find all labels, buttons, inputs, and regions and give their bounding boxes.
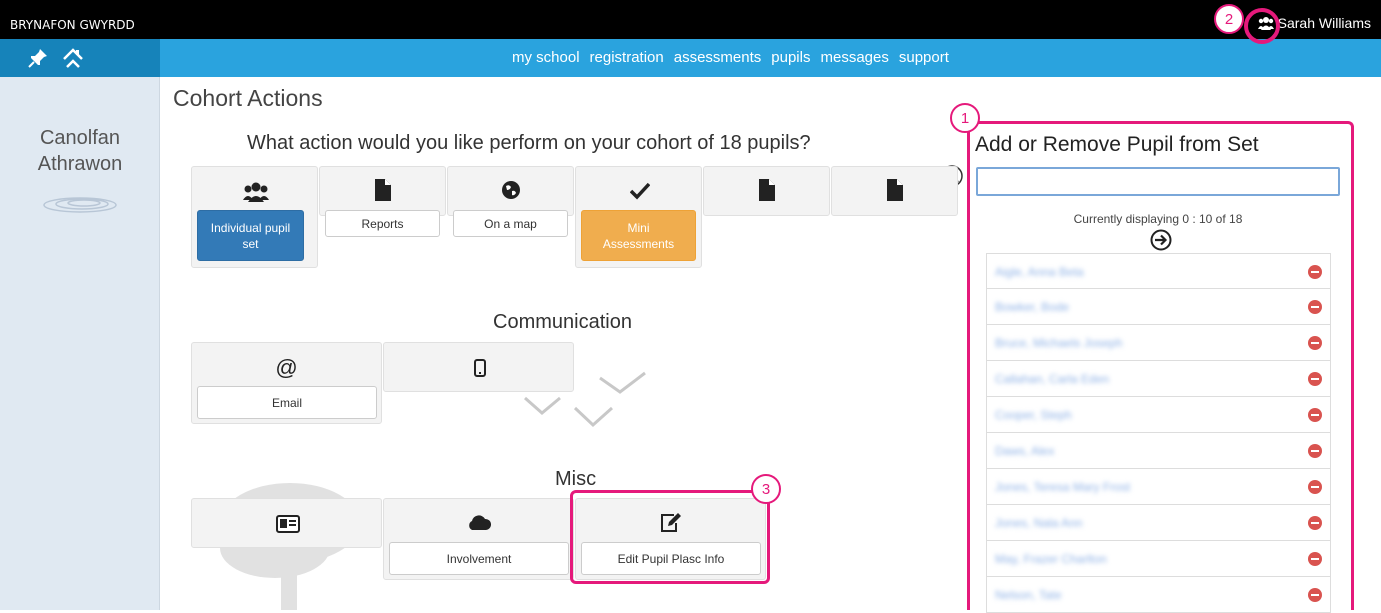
nav-messages[interactable]: messages xyxy=(820,49,888,66)
pin-icon[interactable] xyxy=(28,48,48,68)
action-tile-reports[interactable]: Reports xyxy=(319,166,446,237)
nav-registration[interactable]: registration xyxy=(590,49,664,66)
document-icon xyxy=(759,179,775,201)
page-title: Cohort Actions xyxy=(173,85,323,111)
misc-tile-id-card[interactable] xyxy=(191,498,382,548)
action-tile-mini-assessments[interactable]: Mini Assessments xyxy=(575,166,702,268)
callout-circle-2 xyxy=(1244,8,1280,44)
action-tile-document-6[interactable] xyxy=(831,166,958,216)
ripple-logo-icon xyxy=(43,197,117,213)
mini-assessments-button[interactable]: Mini Assessments xyxy=(581,210,696,261)
comm-tile-email[interactable]: @ Email xyxy=(191,342,382,424)
document-icon xyxy=(375,179,391,201)
school-name: BRYNAFON GWYRDD xyxy=(10,18,135,32)
cloud-icon xyxy=(469,515,492,530)
users-icon xyxy=(243,182,269,202)
action-tile-on-a-map[interactable]: On a map xyxy=(447,166,574,237)
cohort-question: What action would you like perform on yo… xyxy=(247,132,811,154)
home-icon[interactable] xyxy=(62,48,84,68)
nav-bar: my school registration assessments pupil… xyxy=(0,39,1381,77)
nav-my-school[interactable]: my school xyxy=(512,49,580,66)
individual-pupil-set-button[interactable]: Individual pupil set xyxy=(197,210,304,261)
globe-icon xyxy=(502,181,520,199)
mobile-icon xyxy=(474,359,486,377)
callout-box-1 xyxy=(967,121,1354,610)
nav-assessments[interactable]: assessments xyxy=(674,49,762,66)
misc-title: Misc xyxy=(555,468,597,490)
brand-text: Canolfan Athrawon xyxy=(0,125,160,177)
sidebar: Canolfan Athrawon xyxy=(0,77,160,610)
email-button[interactable]: Email xyxy=(197,386,377,419)
document-icon xyxy=(887,179,903,201)
top-bar: BRYNAFON GWYRDD Sarah Williams xyxy=(0,0,1381,39)
brand-line-1: Canolfan xyxy=(39,127,121,149)
checkmark-icon xyxy=(630,182,650,200)
brand-line-2: Athrawon xyxy=(37,153,123,175)
action-tile-document-5[interactable] xyxy=(703,166,830,216)
at-icon: @ xyxy=(275,355,298,380)
communication-title: Communication xyxy=(493,311,632,333)
misc-tile-involvement[interactable]: Involvement xyxy=(383,498,574,580)
callout-number-1: 1 xyxy=(950,103,980,133)
action-tile-individual-pupil-set[interactable]: Individual pupil set xyxy=(191,166,318,268)
callout-number-2: 2 xyxy=(1214,4,1244,34)
on-a-map-button[interactable]: On a map xyxy=(453,210,568,237)
nav-pupils[interactable]: pupils xyxy=(771,49,810,66)
nav-left xyxy=(0,39,160,77)
main-nav: my school registration assessments pupil… xyxy=(512,49,949,66)
comm-tile-mobile[interactable] xyxy=(383,342,574,392)
reports-button[interactable]: Reports xyxy=(325,210,440,237)
nav-support[interactable]: support xyxy=(899,49,949,66)
id-card-icon xyxy=(276,515,300,533)
callout-box-3 xyxy=(570,490,770,584)
user-name[interactable]: Sarah Williams xyxy=(1278,15,1371,31)
involvement-button[interactable]: Involvement xyxy=(389,542,569,575)
callout-number-3: 3 xyxy=(751,474,781,504)
